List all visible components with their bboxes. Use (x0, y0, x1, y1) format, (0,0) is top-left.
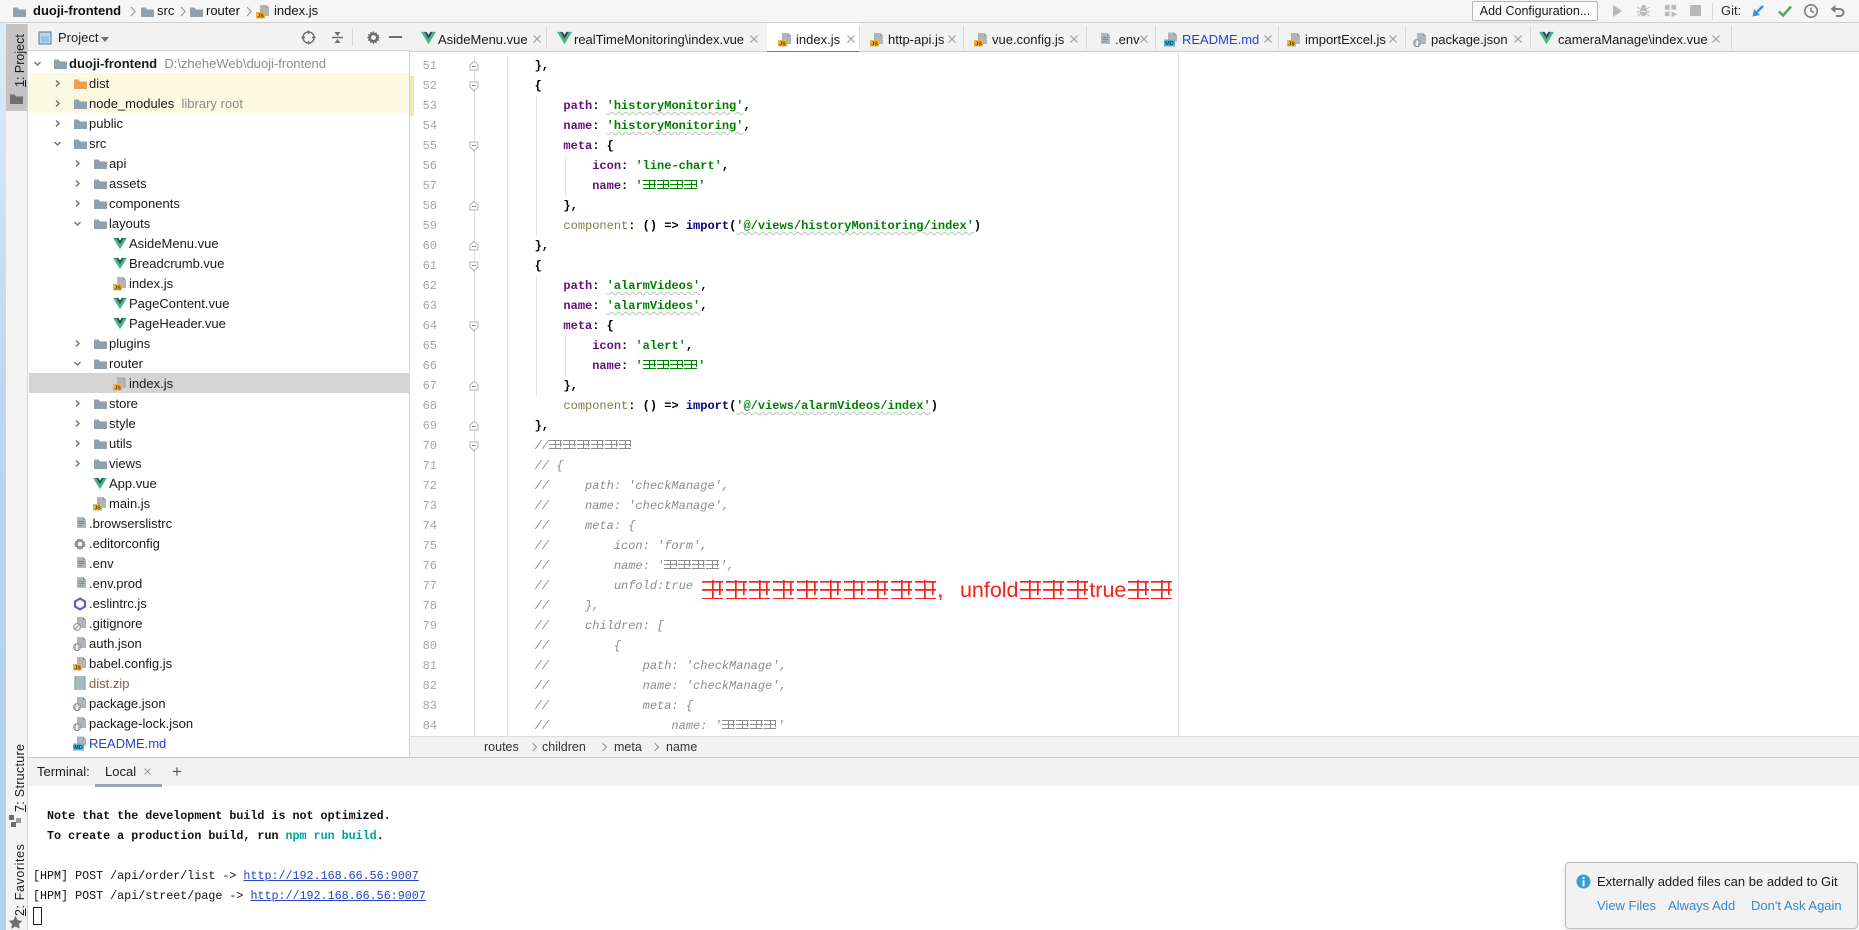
svg-text:JS: JS (94, 505, 101, 511)
svg-text:MD: MD (1165, 41, 1174, 47)
svg-text:JS: JS (975, 41, 982, 47)
svg-text:{}: {} (73, 704, 80, 711)
svg-text:JS: JS (114, 385, 121, 391)
svg-text:JS: JS (871, 41, 878, 47)
svg-text:JS: JS (114, 285, 121, 291)
svg-text:{}: {} (73, 724, 80, 731)
svg-text:JS: JS (74, 665, 81, 671)
svg-text:{}: {} (73, 644, 80, 651)
svg-text:MD: MD (74, 745, 83, 751)
svg-text:JS: JS (257, 13, 264, 19)
svg-text:{}: {} (1413, 40, 1420, 47)
svg-text:JS: JS (779, 41, 786, 47)
svg-text:JS: JS (1288, 41, 1295, 47)
